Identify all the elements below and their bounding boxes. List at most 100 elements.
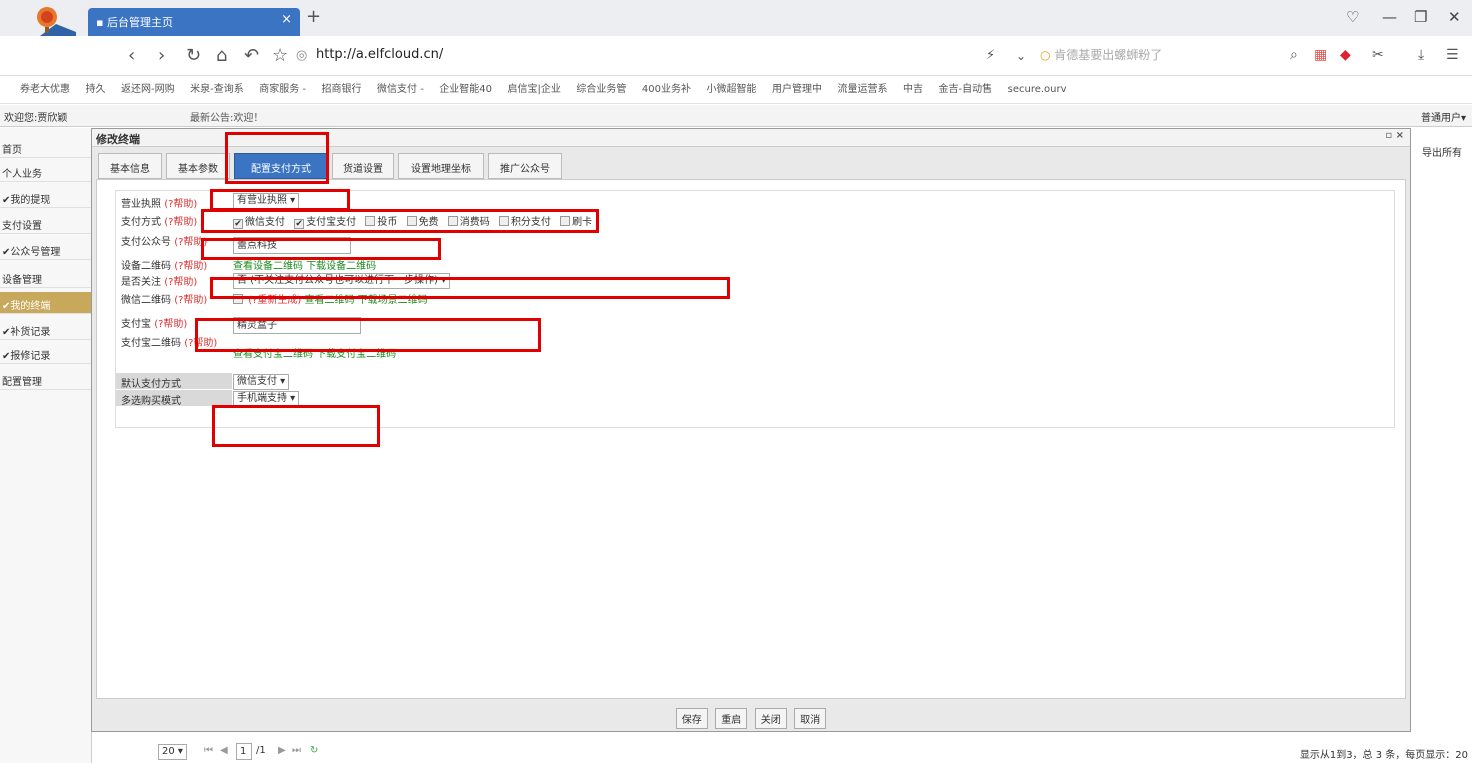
close-button[interactable]: 关闭 <box>754 708 787 729</box>
bookmark-item[interactable]: 企业智能40 <box>439 76 492 103</box>
next-page-icon[interactable]: ▶ <box>278 745 286 756</box>
sidebar-item-config[interactable]: 配置管理 <box>0 368 92 390</box>
apps-grid-icon[interactable]: ▦ <box>1314 47 1327 63</box>
game-icon[interactable]: ◆ <box>1340 47 1351 63</box>
browser-titlebar: ▪ 后台管理主页 × + ♡ — ❐ ✕ <box>0 0 1472 48</box>
last-page-icon[interactable]: ⏭ <box>292 745 301 756</box>
favorite-star-icon[interactable]: ☆ <box>272 45 288 66</box>
screenshot-scissors-icon[interactable]: ✂ <box>1372 47 1384 63</box>
sidebar-item-personal[interactable]: 个人业务 <box>0 160 92 182</box>
dialog-title-text: 修改终端 <box>96 133 140 146</box>
back-icon[interactable]: ‹ <box>128 45 135 66</box>
sidebar-item-public-account[interactable]: ✔公众号管理 <box>0 238 92 260</box>
bookmark-item[interactable]: 返还网-网购 <box>121 76 175 103</box>
bookmark-item[interactable]: 小微超智能 <box>707 76 757 103</box>
bookmark-item[interactable]: 招商银行 <box>322 76 362 103</box>
restart-button[interactable]: 重启 <box>715 708 748 729</box>
bookmark-item[interactable]: 流量运营系 <box>838 76 888 103</box>
welcome-text: 欢迎您:贾欣颖 <box>4 113 68 124</box>
bookmark-item[interactable]: secure.ourv <box>1008 76 1067 103</box>
sidebar-item-withdraw[interactable]: ✔我的提现 <box>0 186 92 208</box>
page-input[interactable]: 1 <box>236 743 252 760</box>
bookmark-item[interactable]: 中吉 <box>903 76 923 103</box>
tab-promo-account[interactable]: 推广公众号 <box>488 153 562 179</box>
default-pay-value[interactable]: 微信支付 ▾ <box>233 374 290 390</box>
search-input[interactable]: ○ 肯德基要出螺蛳粉了 <box>1040 44 1240 66</box>
sidebar-item-repair[interactable]: ✔报修记录 <box>0 342 92 364</box>
default-pay-label: 默认支付方式 <box>116 373 232 390</box>
sidebar-item-devices[interactable]: 设备管理 <box>0 266 92 288</box>
sidebar-item-home[interactable]: 首页 <box>0 136 92 158</box>
multibuy-label: 多选购买模式 <box>116 390 232 407</box>
dropdown-icon[interactable]: ⌄ <box>1016 49 1026 63</box>
refresh-icon[interactable]: ↻ <box>186 45 201 66</box>
search-icon[interactable]: ⌕ <box>1290 47 1298 63</box>
home-icon[interactable]: ⌂ <box>216 45 227 66</box>
annotation-box-paymethods <box>201 209 599 233</box>
download-icon[interactable]: ⤓ <box>1418 47 1424 63</box>
undo-icon[interactable]: ↶ <box>244 45 259 66</box>
tab-basic-info[interactable]: 基本信息 <box>98 153 162 179</box>
tab-geo-coords[interactable]: 设置地理坐标 <box>398 153 484 179</box>
pager: 20 ▾ ⏮ ◀ 1 /1 ▶ ⏭ ↻ 显示从1到3，总 3 条，每页显示：20 <box>154 740 1472 763</box>
total-pages: /1 <box>256 745 266 756</box>
user-menu[interactable]: 普通用户▾ <box>1421 109 1466 124</box>
pubacct-label-text: 支付公众号 <box>121 237 171 248</box>
sidebar-item-payment[interactable]: 支付设置 <box>0 212 92 234</box>
license-label-text: 营业执照 <box>121 199 161 210</box>
page-size-select[interactable]: 20 ▾ <box>158 744 187 760</box>
skin-icon[interactable]: ♡ <box>1346 8 1359 26</box>
first-page-icon[interactable]: ⏮ <box>204 745 213 756</box>
bookmark-item[interactable]: 启信宝|企业 <box>508 76 561 103</box>
new-tab-button[interactable]: + <box>306 6 321 27</box>
wxqr-label-text: 微信二维码 <box>121 295 171 306</box>
tab-basic-params[interactable]: 基本参数 <box>166 153 230 179</box>
cancel-button[interactable]: 取消 <box>794 708 827 729</box>
minimize-icon[interactable]: — <box>1382 8 1397 26</box>
paymethod-label-text: 支付方式 <box>121 217 161 228</box>
bookmark-item[interactable]: 400业务补 <box>642 76 691 103</box>
browser-tab[interactable]: ▪ 后台管理主页 × <box>88 8 300 36</box>
alipay-label-text: 支付宝 <box>121 319 151 330</box>
tab-channel-settings[interactable]: 货道设置 <box>332 153 394 179</box>
menu-icon[interactable]: ☰ <box>1446 47 1459 63</box>
pager-status: 显示从1到3，总 3 条，每页显示：20 <box>1299 750 1468 761</box>
dialog-controls[interactable]: ▫ × <box>1385 130 1404 141</box>
export-all-button[interactable]: 导出所有 <box>1416 140 1470 160</box>
bookmark-item[interactable]: 商家服务 - <box>259 76 306 103</box>
follow-help-link[interactable]: (?帮助) <box>164 277 197 288</box>
bookmark-item[interactable]: 微信支付 - <box>377 76 424 103</box>
lightning-icon[interactable]: ⚡ <box>986 48 995 63</box>
bookmark-item[interactable]: 米泉-查询系 <box>190 76 244 103</box>
bookmark-item[interactable]: 金吉-自动售 <box>939 76 993 103</box>
dialog-footer: 保存 重启 关闭 取消 <box>96 705 1406 729</box>
license-help-link[interactable]: (?帮助) <box>164 199 197 210</box>
sidebar-item-restock[interactable]: ✔补货记录 <box>0 318 92 340</box>
bookmark-item[interactable]: 综合业务管 <box>576 76 626 103</box>
bookmark-item[interactable]: 券老大优惠 <box>20 76 70 103</box>
annotation-box-license <box>210 189 350 211</box>
bookmarks-bar: 券老大优惠 持久 返还网-网购 米泉-查询系 商家服务 - 招商银行 微信支付 … <box>0 76 1472 104</box>
alipay-help-link[interactable]: (?帮助) <box>154 319 187 330</box>
save-button[interactable]: 保存 <box>675 708 708 729</box>
window-close-icon[interactable]: ✕ <box>1448 8 1461 26</box>
security-shield-icon: ◎ <box>296 48 308 63</box>
tab-close-icon[interactable]: × <box>281 12 292 27</box>
notice-text: 最新公告:欢迎！ <box>190 113 264 124</box>
search-placeholder: 肯德基要出螺蛳粉了 <box>1054 48 1163 62</box>
wxqr-help-link[interactable]: (?帮助) <box>174 295 207 306</box>
forward-icon[interactable]: › <box>158 45 165 66</box>
annotation-box-multibuy <box>212 405 380 447</box>
paymethod-help-link[interactable]: (?帮助) <box>164 217 197 228</box>
maximize-icon[interactable]: ❐ <box>1414 8 1427 26</box>
address-bar[interactable]: http://a.elfcloud.cn/ <box>316 47 443 62</box>
annotation-box-tab <box>225 132 329 184</box>
sidebar-item-my-terminal[interactable]: ✔我的终端 <box>0 292 92 314</box>
refresh-page-icon[interactable]: ↻ <box>310 745 318 756</box>
bookmark-item[interactable]: 用户管理中 <box>772 76 822 103</box>
prev-page-icon[interactable]: ◀ <box>220 745 228 756</box>
devqr-help-link[interactable]: (?帮助) <box>174 261 207 272</box>
bookmark-item[interactable]: 持久 <box>86 76 106 103</box>
default-pay-select[interactable]: 微信支付 ▾ <box>233 374 290 390</box>
annotation-box-pubacct <box>201 238 441 260</box>
